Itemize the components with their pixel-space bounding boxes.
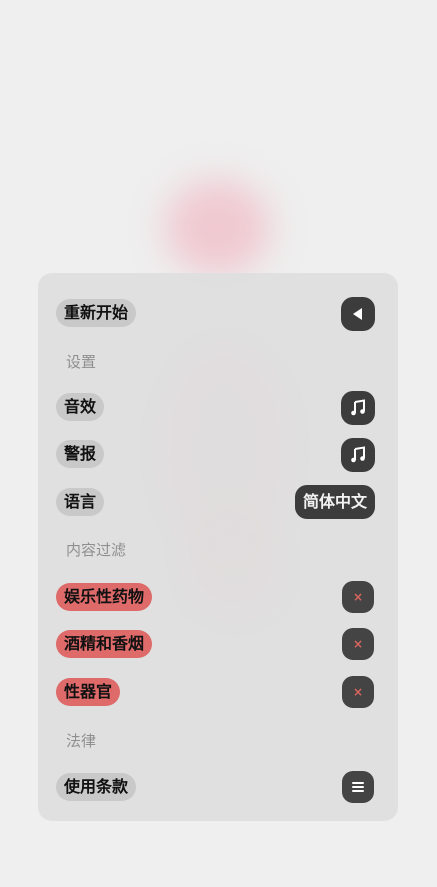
alert-label[interactable]: 警报 xyxy=(56,440,105,468)
menu-icon xyxy=(352,782,364,792)
close-icon: × xyxy=(352,637,364,651)
filter-label-drugs[interactable]: 娱乐性药物 xyxy=(56,583,153,611)
alert-toggle-button[interactable] xyxy=(341,438,375,472)
language-row[interactable]: 语言 简体中文 xyxy=(38,485,398,519)
filter-toggle-drugs[interactable]: × xyxy=(342,581,374,613)
filter-row-genitals[interactable]: 性器官 × xyxy=(38,676,398,708)
terms-row[interactable]: 使用条款 xyxy=(38,771,398,803)
filter-toggle-alcohol-tobacco[interactable]: × xyxy=(342,628,374,660)
language-select-button[interactable]: 简体中文 xyxy=(294,485,375,519)
close-icon: × xyxy=(352,590,364,604)
restart-row[interactable]: 重新开始 xyxy=(38,297,398,331)
music-note-icon xyxy=(351,399,365,416)
restart-button[interactable] xyxy=(341,297,375,331)
blurred-figure-head xyxy=(165,180,270,275)
filter-label-alcohol-tobacco[interactable]: 酒精和香烟 xyxy=(56,630,153,658)
filter-toggle-genitals[interactable]: × xyxy=(342,676,374,708)
terms-button[interactable] xyxy=(342,771,374,803)
filter-row-drugs[interactable]: 娱乐性药物 × xyxy=(38,581,398,613)
language-label[interactable]: 语言 xyxy=(56,488,105,516)
close-icon: × xyxy=(352,685,364,699)
sound-label[interactable]: 音效 xyxy=(56,393,105,421)
terms-label[interactable]: 使用条款 xyxy=(56,773,137,801)
play-back-icon xyxy=(353,308,362,320)
music-note-icon xyxy=(351,446,365,463)
alert-row[interactable]: 警报 xyxy=(38,438,398,472)
content-filter-section-header: 内容过滤 xyxy=(66,541,127,559)
filter-label-genitals[interactable]: 性器官 xyxy=(56,678,121,706)
sound-toggle-button[interactable] xyxy=(341,391,375,425)
sound-row[interactable]: 音效 xyxy=(38,391,398,425)
filter-row-alcohol-tobacco[interactable]: 酒精和香烟 × xyxy=(38,628,398,660)
settings-section-header: 设置 xyxy=(66,353,97,371)
legal-section-header: 法律 xyxy=(66,732,97,750)
restart-label[interactable]: 重新开始 xyxy=(56,299,137,327)
settings-panel: 重新开始 设置 音效 警报 语言 简体中文 内容过滤 娱乐性药物 × 酒精和香烟… xyxy=(38,273,398,821)
